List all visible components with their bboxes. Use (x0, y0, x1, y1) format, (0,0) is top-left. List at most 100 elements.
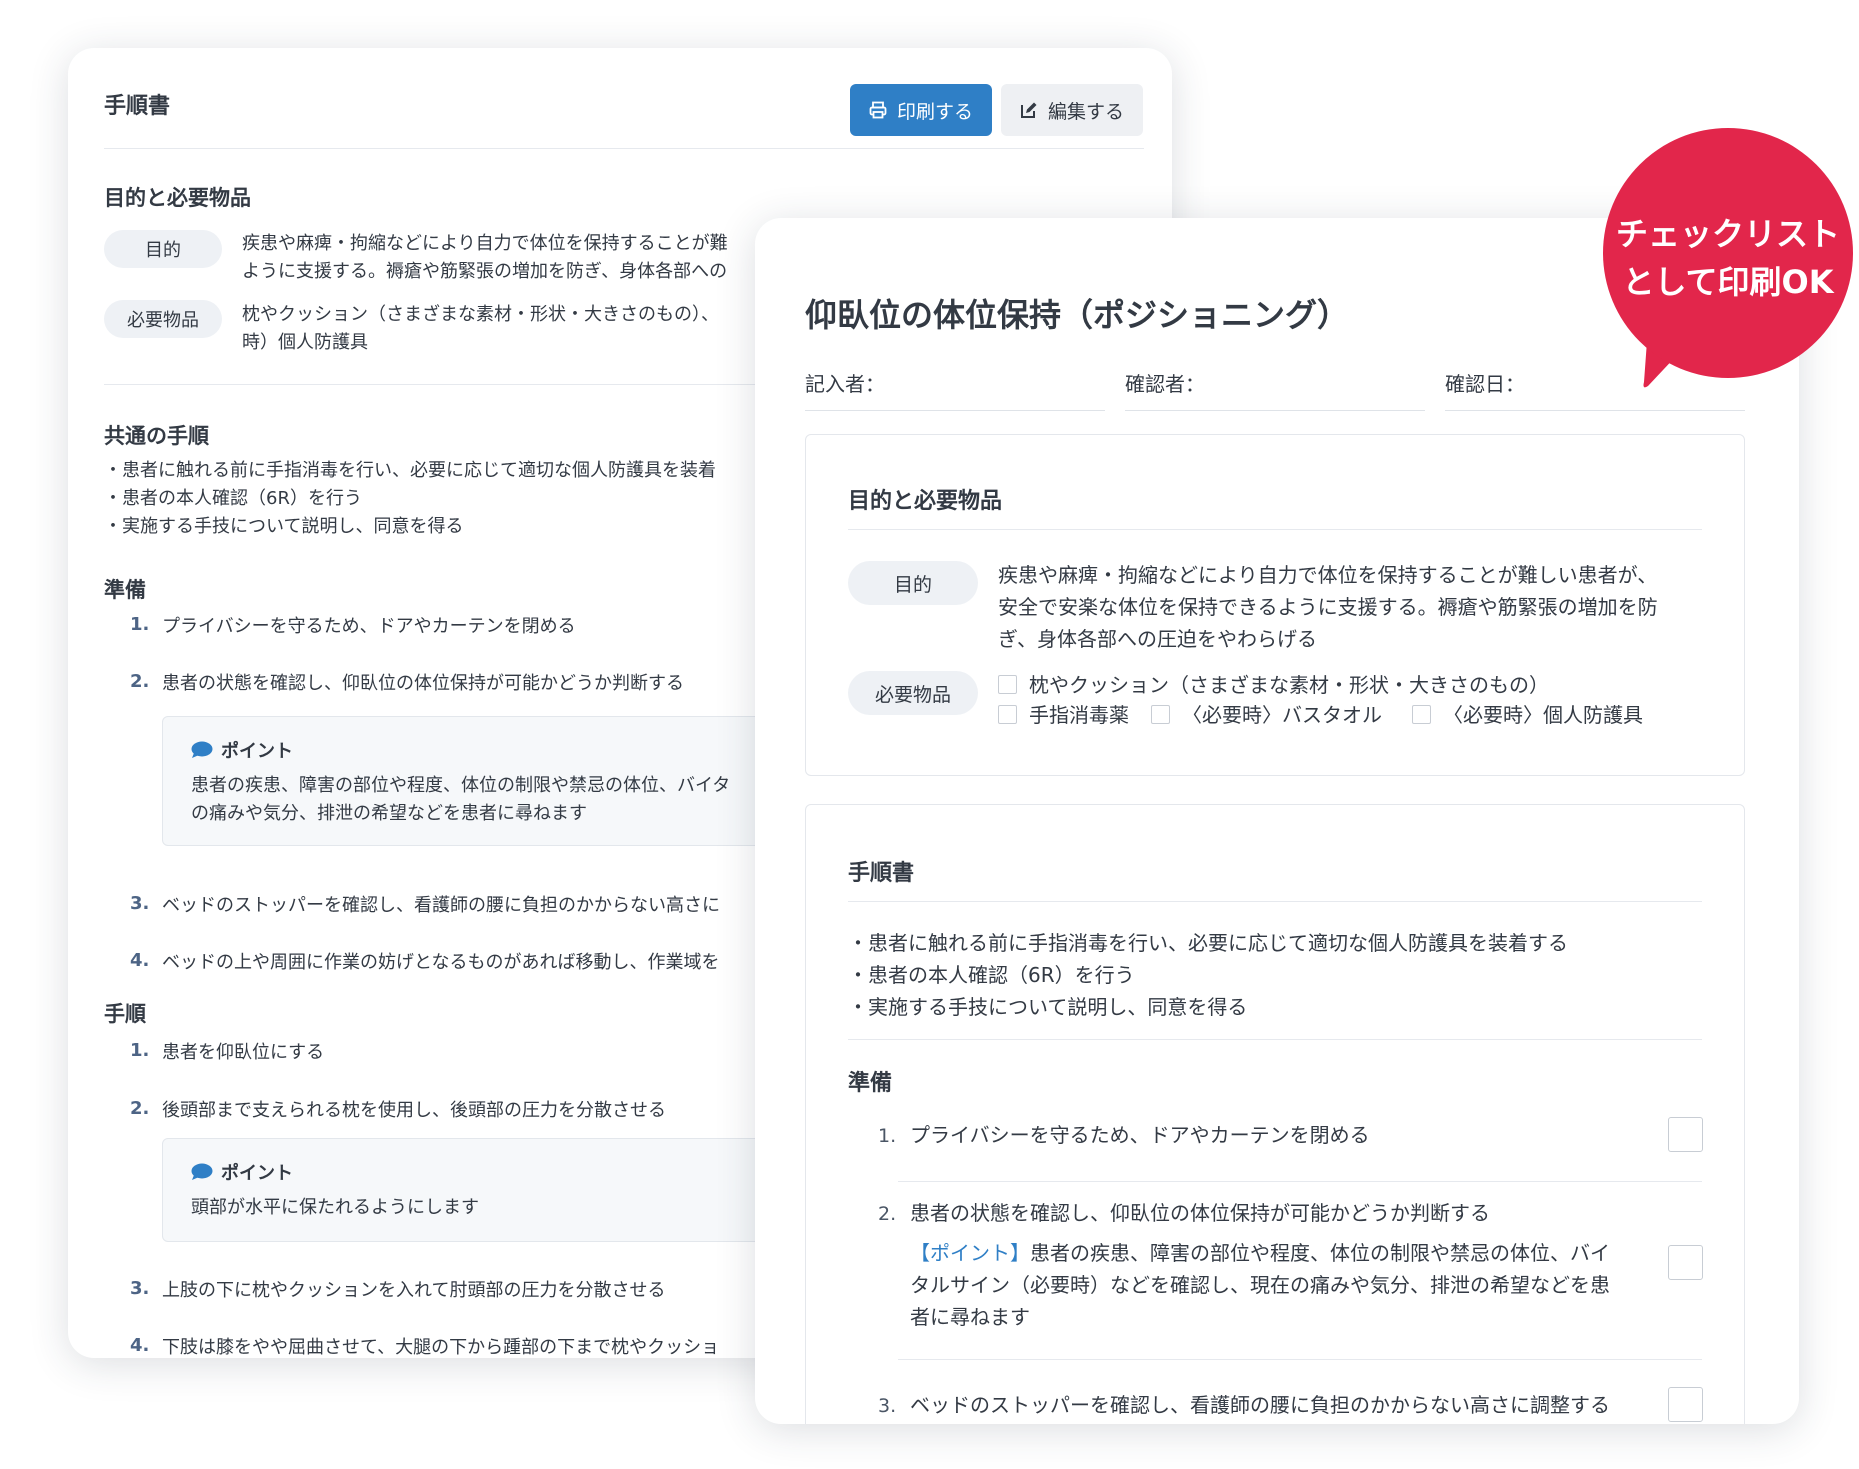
step-text: 患者の状態を確認し、仰臥位の体位保持が可能かどうか判断する (910, 1201, 1490, 1225)
step-text: ベッドのストッパーを確認し、看護師の腰に負担のかからない高さに (162, 895, 720, 916)
divider (848, 901, 1702, 902)
divider (898, 1359, 1702, 1360)
print-button-label: 印刷する (896, 100, 973, 123)
checklist-print-preview-card: 仰臥位の体位保持（ポジショニング） 記入者： 確認者： 確認日： 目的と必要物品… (755, 218, 1799, 1424)
badge-text: チェックリスト として印刷OK (1603, 210, 1853, 306)
divider (848, 1039, 1702, 1040)
printer-icon (869, 101, 887, 119)
step-text: プライバシーを守るため、ドアやカーテンを閉める (162, 616, 576, 637)
proc-heading: 手順 (104, 1002, 146, 1026)
step-text: 患者の状態を確認し、仰臥位の体位保持が可能かどうか判断する (162, 673, 684, 694)
step-text: ベッドの上や周囲に作業の妨げとなるものがあれば移動し、作業域を (162, 952, 720, 973)
point-heading: ポイント (191, 737, 293, 763)
purpose-label: 目的 (848, 561, 978, 605)
point-text-line3: 者に尋ねます (910, 1305, 1030, 1329)
step-text: ベッドのストッパーを確認し、看護師の腰に負担のかからない高さに調整する (910, 1393, 1610, 1417)
items-text-line1: 枕やクッション（さまざまな素材・形状・大きさのもの）、 (242, 304, 719, 325)
item-label: 手指消毒薬 (1029, 703, 1129, 727)
procedure-heading: 手順書 (848, 861, 915, 886)
common-line: ・患者に触れる前に手指消毒を行い、必要に応じて適切な個人防護具を装着する (848, 931, 1568, 955)
step-text: プライバシーを守るため、ドアやカーテンを閉める (910, 1123, 1370, 1147)
common-line: ・患者の本人確認（6R）を行う (104, 488, 362, 509)
common-line: ・患者の本人確認（6R）を行う (848, 963, 1135, 987)
purpose-text-line1: 疾患や麻痺・拘縮などにより自力で体位を保持することが難 (242, 233, 728, 254)
point-heading: ポイント (191, 1159, 293, 1185)
point-text: 患者の疾患、障害の部位や程度、体位の制限や禁忌の体位、バイ (1030, 1241, 1610, 1265)
item-checkbox[interactable] (1151, 705, 1170, 724)
item-label: 〈必要時〉個人防護具 (1443, 703, 1643, 727)
point-title: ポイント (221, 741, 293, 762)
checklist-title: 仰臥位の体位保持（ポジショニング） (805, 296, 1350, 334)
step-number: 1. (130, 1040, 150, 1061)
step-number: 4. (130, 1335, 150, 1356)
common-line: ・実施する手技について説明し、同意を得る (848, 995, 1248, 1019)
common-heading: 共通の手順 (104, 424, 209, 448)
item-label: 枕やクッション（さまざまな素材・形状・大きさのもの） (1029, 673, 1549, 697)
step-number: 2. (130, 671, 150, 692)
step-number: 1. (130, 614, 150, 635)
item-checkbox[interactable] (998, 705, 1017, 724)
point-text-line1: 【ポイント】患者の疾患、障害の部位や程度、体位の制限や禁忌の体位、バイ (910, 1237, 1610, 1269)
prep-heading: 準備 (104, 578, 146, 602)
purpose-line: ぎ、身体各部への圧迫をやわらげる (998, 627, 1317, 651)
item-checklist-entry[interactable]: 〈必要時〉個人防護具 (1412, 699, 1643, 731)
purpose-heading: 目的と必要物品 (104, 186, 251, 210)
divider (898, 1181, 1702, 1182)
point-text-line1: 患者の疾患、障害の部位や程度、体位の制限や禁忌の体位、バイタ (191, 775, 731, 796)
purpose-line: 安全で安楽な体位を保持できるように支援する。褥瘡や筋緊張の増加を防 (998, 595, 1658, 619)
step-number: 2. (878, 1203, 897, 1225)
purpose-heading: 目的と必要物品 (848, 489, 1003, 514)
badge-line1: チェックリスト (1615, 215, 1840, 253)
procedure-section: 手順書 ・患者に触れる前に手指消毒を行い、必要に応じて適切な個人防護具を装着する… (805, 804, 1745, 1424)
checker-label: 確認者： (1125, 372, 1205, 396)
item-label: 〈必要時〉バスタオル (1182, 703, 1382, 727)
step-number: 3. (878, 1395, 897, 1417)
edit-icon (1020, 102, 1037, 118)
step-number: 3. (130, 1278, 150, 1299)
step-number: 4. (130, 950, 150, 971)
purpose-label: 目的 (104, 230, 222, 268)
speech-bubble-icon (191, 1163, 213, 1180)
step-checkbox[interactable] (1668, 1387, 1703, 1422)
item-checklist-entry[interactable]: 手指消毒薬 (998, 699, 1129, 731)
point-text-line2: の痛みや気分、排泄の希望などを患者に尋ねます (191, 803, 587, 824)
item-checkbox[interactable] (1412, 705, 1431, 724)
common-line: ・実施する手技について説明し、同意を得る (104, 516, 464, 537)
step-text: 上肢の下に枕やクッションを入れて肘頭部の圧力を分散させる (162, 1280, 666, 1301)
print-button[interactable]: 印刷する (850, 84, 992, 136)
step-number: 2. (130, 1098, 150, 1119)
items-label: 必要物品 (104, 300, 222, 338)
divider (848, 529, 1702, 530)
items-text-line2: 時）個人防護具 (242, 332, 368, 353)
items-label: 必要物品 (848, 671, 978, 715)
edit-button[interactable]: 編集する (1001, 84, 1143, 136)
purpose-line: 疾患や麻痺・拘縮などにより自力で体位を保持することが難しい患者が、 (998, 563, 1658, 587)
point-text: 頭部が水平に保たれるようにします (191, 1197, 479, 1218)
step-text: 患者を仰臥位にする (162, 1042, 325, 1063)
prep-heading: 準備 (848, 1071, 893, 1096)
point-tag: 【ポイント】 (910, 1241, 1030, 1265)
date-line (1445, 410, 1745, 411)
point-text-line2: タルサイン（必要時）などを確認し、現在の痛みや気分、排泄の希望などを患 (910, 1273, 1610, 1297)
step-checkbox[interactable] (1668, 1117, 1703, 1152)
step-text: 後頭部まで支えられる枕を使用し、後頭部の圧力を分散させる (162, 1100, 666, 1121)
speech-bubble-icon (191, 741, 213, 758)
recorder-line (805, 410, 1105, 411)
step-text: 下肢は膝をやや屈曲させて、大腿の下から踵部の下まで枕やクッショ (162, 1337, 720, 1358)
step-number: 3. (130, 893, 150, 914)
edit-button-label: 編集する (1047, 100, 1124, 123)
point-title: ポイント (221, 1163, 293, 1184)
item-checkbox[interactable] (998, 675, 1017, 694)
purpose-section: 目的と必要物品 目的 疾患や麻痺・拘縮などにより自力で体位を保持することが難しい… (805, 434, 1745, 776)
purpose-text-line2: ように支援する。褥瘡や筋緊張の増加を防ぎ、身体各部への (242, 261, 728, 282)
common-line: ・患者に触れる前に手指消毒を行い、必要に応じて適切な個人防護具を装着 (104, 460, 716, 481)
date-label: 確認日： (1445, 372, 1525, 396)
step-checkbox[interactable] (1668, 1245, 1703, 1280)
checker-line (1125, 410, 1425, 411)
recorder-label: 記入者： (805, 372, 885, 396)
item-checklist-entry[interactable]: 枕やクッション（さまざまな素材・形状・大きさのもの） (998, 669, 1549, 701)
step-number: 1. (878, 1125, 897, 1147)
item-checklist-entry[interactable]: 〈必要時〉バスタオル (1151, 699, 1382, 731)
document-title: 手順書 (104, 94, 171, 119)
badge-line2: として印刷OK (1622, 263, 1834, 301)
